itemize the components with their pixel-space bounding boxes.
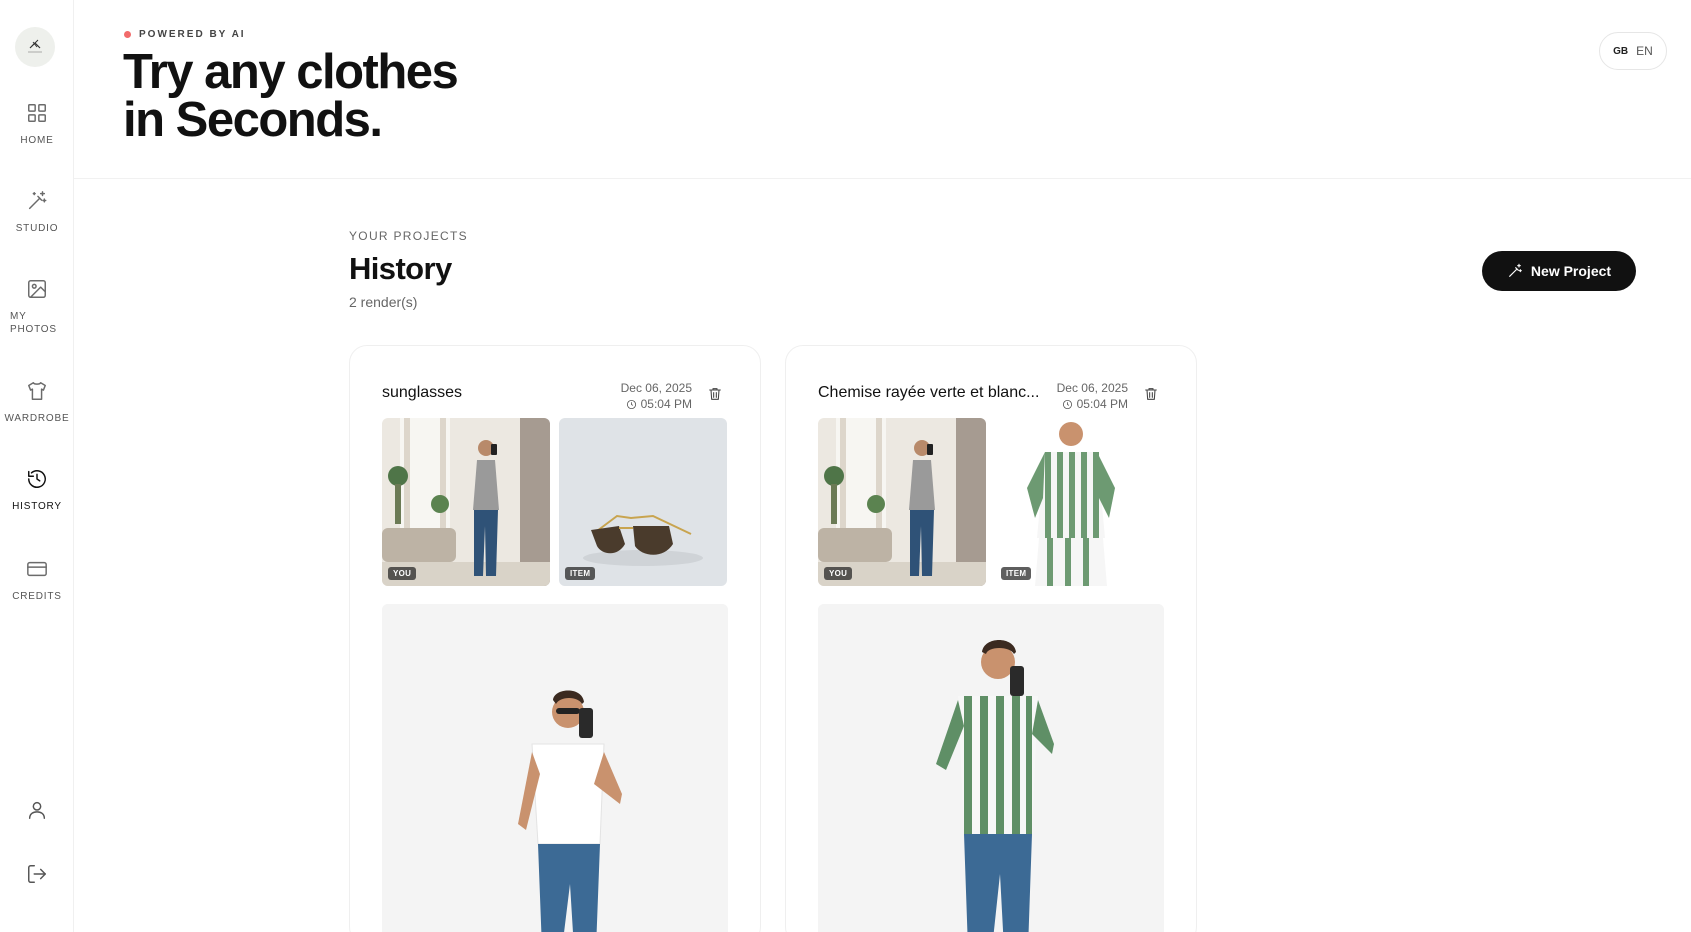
item-tag: ITEM [565,567,596,580]
person-sunglasses-render [382,604,728,932]
powered-badge: POWERED BY AI [124,29,246,40]
source-photo-thumbnail[interactable]: YOU [382,418,550,586]
source-photo-thumbnail[interactable]: YOU [818,418,986,586]
hero-title-line: Try any clothes [123,45,459,99]
flag-icon: GB [1613,45,1629,57]
sidebar-item-label: WARDROBE [4,413,70,424]
striped-shirt-image [995,418,1163,586]
you-tag: YOU [388,567,417,580]
delete-project-button[interactable] [1143,386,1159,407]
sidebar-item-my-photos[interactable]: MY PHOTOS [0,278,74,336]
tshirt-icon [28,382,46,400]
hero-title: Try any clothes in Seconds. [123,45,459,147]
section-eyebrow: YOUR PROJECTS [349,229,468,243]
page-header: POWERED BY AI Try any clothes in Seconds… [74,0,1691,179]
sidebar-item-history[interactable]: HISTORY [0,468,74,513]
history-icon [28,470,46,488]
magic-wand-icon [1509,263,1522,277]
powered-label: POWERED BY AI [139,29,246,40]
profile-button[interactable] [0,799,74,821]
project-time: 05:04 PM [1076,397,1128,411]
person-striped-shirt-render [818,604,1164,932]
hanger-logo-icon [28,39,42,53]
item-thumbnail[interactable]: ITEM [995,418,1163,586]
sidebar-item-studio[interactable]: STUDIO [0,190,74,235]
logout-button[interactable] [0,863,74,885]
item-tag: ITEM [1001,567,1032,580]
project-timestamp: Dec 06, 2025 05:04 PM [621,380,692,412]
logout-icon [28,865,46,883]
status-dot [124,31,131,38]
project-card[interactable]: Chemise rayée verte et blanc... Dec 06, … [785,345,1197,932]
magic-wand-icon [28,191,47,210]
render-result-image[interactable] [382,604,728,932]
hero-title-line: in Seconds. [123,93,383,147]
sidebar-item-home[interactable]: HOME [0,102,74,147]
render-result-image[interactable] [818,604,1164,932]
trash-icon [1145,388,1157,400]
project-date: Dec 06, 2025 [620,381,692,395]
you-tag: YOU [824,567,853,580]
selfie-room-image [382,418,550,586]
new-project-button[interactable]: New Project [1482,251,1636,291]
item-thumbnail[interactable]: ITEM [559,418,727,586]
trash-icon [709,388,721,400]
project-time: 05:04 PM [640,397,692,411]
project-time-row: 05:04 PM [1057,396,1128,412]
grid-icon [28,104,46,122]
project-title: Chemise rayée verte et blanc... [818,384,1040,401]
language-switcher[interactable]: GB EN [1599,32,1667,70]
page-title: History [349,251,452,286]
sidebar-item-label: HOME [20,135,54,146]
new-project-label: New Project [1530,263,1612,279]
render-count: 2 render(s) [349,294,418,310]
delete-project-button[interactable] [707,386,723,407]
sidebar-item-credits[interactable]: CREDITS [0,558,74,603]
sidebar-item-wardrobe[interactable]: WARDROBE [0,380,74,425]
clock-icon [626,399,636,409]
sunglasses-image [559,418,727,586]
project-date: Dec 06, 2025 [1056,381,1128,395]
sidebar-item-label: STUDIO [15,223,59,234]
brand-logo[interactable] [15,27,55,67]
sidebar-item-label: CREDITS [12,591,62,602]
image-icon [28,280,46,298]
project-time-row: 05:04 PM [621,396,692,412]
project-title: sunglasses [382,384,463,401]
sidebar-item-label: HISTORY [12,501,62,512]
sidebar-item-label: MY PHOTOS [10,311,57,335]
user-icon [28,801,46,819]
project-timestamp: Dec 06, 2025 05:04 PM [1057,380,1128,412]
clock-icon [1062,399,1072,409]
project-card[interactable]: sunglasses Dec 06, 2025 05:04 PM YOU ITE… [349,345,761,932]
credit-card-icon [27,561,47,577]
sidebar: HOME STUDIO MY PHOTOS WARDROBE HISTORY C… [0,0,74,932]
selfie-room-image [818,418,986,586]
language-code: EN [1636,44,1653,58]
